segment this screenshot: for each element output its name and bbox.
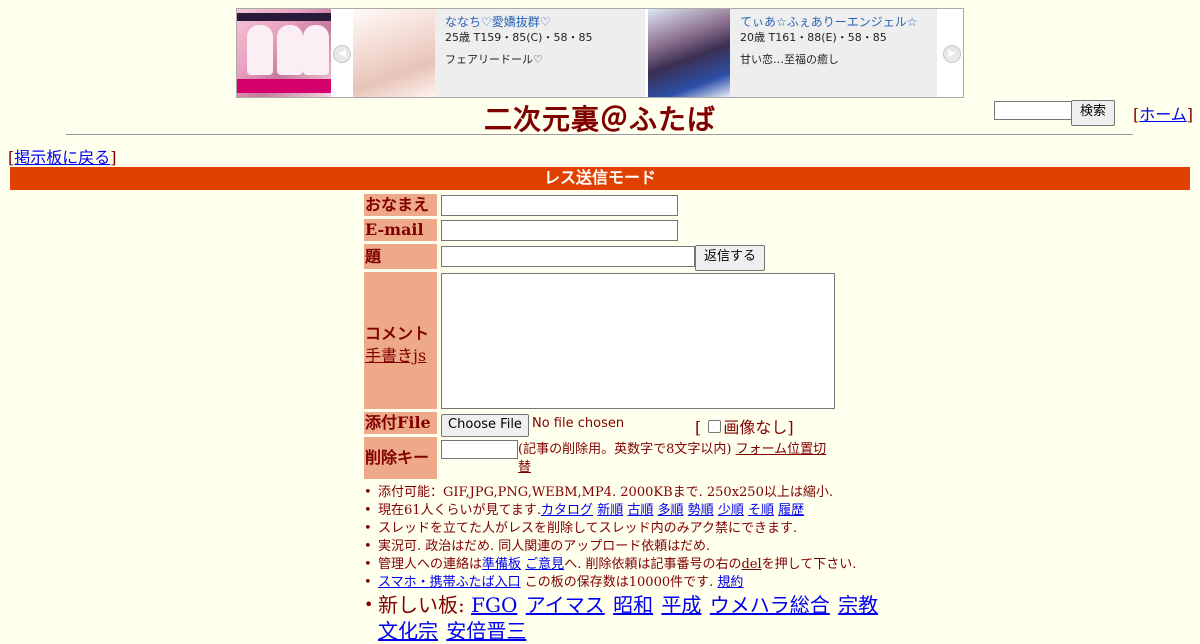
delete-key-note: (記事の削除用。英数字で8文字以内) フォーム位置切替 (518, 441, 828, 477)
notice-item: 添付可能：GIF,JPG,PNG,WEBM,MP4. 2000KBまで. 250… (364, 484, 856, 502)
notice-item: 実況可. 政治はだめ. 同人関連のアップロード依頼はだめ. (364, 538, 856, 556)
ad-card-stats: 25歳 T159・85(C)・58・85 (445, 31, 593, 44)
ad-figure-middle (277, 25, 303, 75)
notice-item: 管理人への連絡は準備板 ご意見へ. 削除依頼は記事番号の右のdelを押して下さい… (364, 556, 856, 574)
ad-figure-left (247, 25, 273, 75)
ad-side-image[interactable] (237, 9, 331, 97)
delete-key-label: 削除キー (364, 437, 437, 479)
delete-key-field[interactable] (441, 440, 518, 459)
handwriting-link[interactable]: 手書きjs (365, 342, 426, 366)
notice-contact-prefix: 管理人への連絡は (378, 557, 483, 572)
page-title: 二次元裏＠ふたば (483, 103, 716, 136)
ad-card-desc: 甘い恋…至福の癒し (740, 53, 839, 66)
file-label: 添付File (364, 412, 437, 434)
board-link-showa[interactable]: 昭和 (613, 593, 653, 617)
ad-card-name[interactable]: ななち♡愛嬌抜群♡ (445, 13, 637, 30)
notice-list: 添付可能：GIF,JPG,PNG,WEBM,MP4. 2000KBまで. 250… (364, 484, 856, 592)
board-link-umehara[interactable]: ウメハラ総合 (710, 593, 830, 617)
ad-card-photo[interactable] (648, 9, 730, 97)
reply-submit-button[interactable]: 返信する (695, 245, 765, 271)
notice-item: スマホ・携帯ふたば入口 この板の保存数は10000件です. 規約 (364, 574, 856, 592)
prep-board-link[interactable]: 準備板 (482, 557, 521, 572)
board-link-heisei[interactable]: 平成 (661, 593, 701, 617)
ad-figure-right (303, 25, 329, 75)
ad-card-desc: フェアリードール♡ (445, 53, 543, 66)
sort-momentum-link[interactable]: 勢順 (688, 503, 714, 518)
sort-many-link[interactable]: 多順 (658, 503, 684, 518)
ad-card[interactable]: ななち♡愛嬌抜群♡ 25歳 T159・85(C)・58・85 フェアリードール♡ (353, 9, 645, 97)
file-status: No file chosen (532, 416, 625, 431)
notice-contact-suffix: へ. 削除依頼は記事番号の右の (564, 557, 742, 572)
notice-item: スレッドを立てた人がレスを削除してスレッド内のみアク禁にできます. (364, 520, 856, 538)
ad-card-name[interactable]: てぃあ☆ふぇありーエンジェル☆ (740, 13, 932, 30)
subject-field[interactable] (441, 246, 695, 267)
back-to-board-link[interactable]: 掲示板に戻る (14, 148, 110, 167)
no-image-option: [ 画像なし] (695, 414, 794, 438)
name-label: おなまえ (364, 194, 437, 216)
sort-so-link[interactable]: そ順 (748, 503, 774, 518)
ad-side-image-topbar (237, 13, 331, 21)
comment-textarea[interactable] (441, 273, 835, 409)
title-divider (66, 134, 1133, 135)
new-boards-prefix: 新しい板: (378, 593, 465, 617)
no-image-bracket-open: [ (695, 418, 702, 437)
notice-rules: 実況可. 政治はだめ. 同人関連のアップロード依頼はだめ. (378, 539, 711, 554)
ad-card[interactable]: てぃあ☆ふぇありーエンジェル☆ 20歳 T161・88(E)・58・85 甘い恋… (648, 9, 937, 97)
board-link-bunka[interactable]: 文化宗 (378, 619, 438, 643)
sort-few-link[interactable]: 少順 (718, 503, 744, 518)
no-image-bracket-close: ] (787, 418, 794, 437)
notice-thread-ban: スレッドを立てた人がレスを削除してスレッド内のみアク禁にできます. (378, 521, 798, 536)
no-image-checkbox[interactable] (708, 420, 722, 433)
choose-file-button[interactable]: Choose File (441, 414, 529, 437)
feedback-link[interactable]: ご意見 (525, 557, 564, 572)
del-link[interactable]: del (741, 557, 761, 572)
reply-mode-bar: レス送信モード (10, 167, 1190, 190)
notice-contact-end: を押して下さい. (761, 557, 857, 572)
notice-item: 現在61人くらいが見てます.カタログ 新順 古順 多順 勢順 少順 そ順 履歴 (364, 502, 856, 520)
email-label: E-mail (364, 219, 437, 241)
no-image-label[interactable]: 画像なし (723, 418, 787, 437)
back-link-wrapper: [掲示板に戻る] (8, 148, 117, 167)
comment-label-cell: コメント 手書きjs (364, 272, 437, 409)
terms-link[interactable]: 規約 (717, 575, 743, 590)
name-field[interactable] (441, 195, 678, 216)
sort-old-link[interactable]: 古順 (627, 503, 653, 518)
board-link-fgo[interactable]: FGO (471, 593, 517, 617)
sort-new-link[interactable]: 新順 (597, 503, 623, 518)
mobile-entrance-link[interactable]: スマホ・携帯ふたば入口 (378, 575, 521, 590)
notice-attachments: 添付可能：GIF,JPG,PNG,WEBM,MP4. 2000KBまで. 250… (378, 485, 833, 500)
board-link-religion[interactable]: 宗教 (838, 593, 878, 617)
board-link-imas[interactable]: アイマス (526, 593, 605, 617)
ad-card-photo[interactable] (353, 9, 435, 97)
comment-label: コメント (365, 324, 430, 343)
notice-storage: この板の保存数は10000件です. (520, 575, 714, 590)
ad-card-stats: 20歳 T161・88(E)・58・85 (740, 31, 887, 44)
delete-key-note-text: (記事の削除用。英数字で8文字以内) (518, 442, 732, 457)
notice-viewer-count: 現在61人くらいが見てます. (378, 503, 542, 518)
ad-prev-arrow-icon[interactable]: ◀ (333, 45, 351, 63)
history-link[interactable]: 履歴 (778, 503, 804, 518)
email-field[interactable] (441, 220, 678, 241)
new-boards: 新しい板: FGO アイマス 昭和 平成 ウメハラ総合 宗教 文化宗 安倍晋三 (364, 592, 880, 644)
catalog-link[interactable]: カタログ (541, 503, 593, 518)
ad-next-arrow-icon[interactable]: ▶ (943, 45, 961, 63)
board-link-abe[interactable]: 安倍晋三 (446, 619, 526, 643)
ad-side-image-bottombar (237, 79, 331, 93)
subject-label: 題 名 (364, 244, 437, 291)
ad-banner[interactable]: ◀ ななち♡愛嬌抜群♡ 25歳 T159・85(C)・58・85 フェアリードー… (236, 8, 964, 98)
